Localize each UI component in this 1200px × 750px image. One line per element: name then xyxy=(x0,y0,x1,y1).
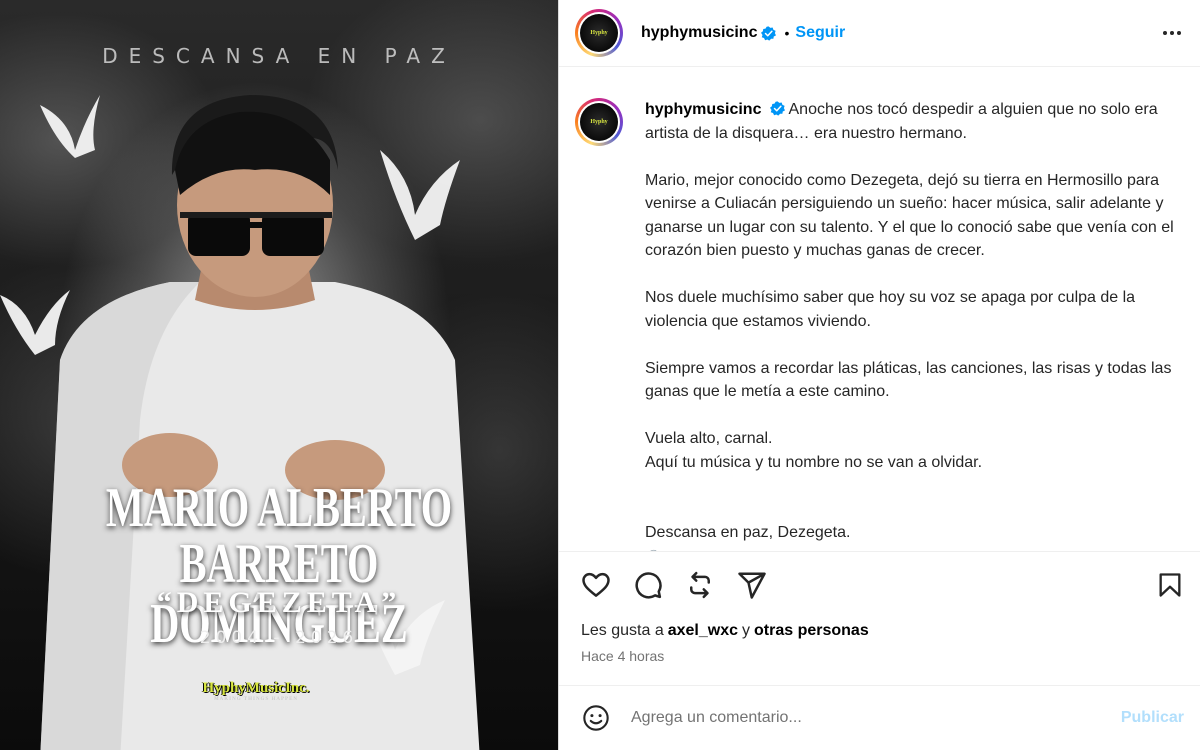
label-logo-tagline: MAKING THINGS HAPPEN xyxy=(213,697,299,702)
caption-username[interactable]: hyphymusicinc xyxy=(645,101,761,118)
caption-verified-badge-icon xyxy=(769,101,785,116)
post-image[interactable]: DESCANSA EN PAZ MARIO ALBERTO BARRETO DO… xyxy=(0,0,558,750)
caption-avatar[interactable]: Hyphy xyxy=(575,98,623,146)
post-header: Hyphy hyphymusicinc • Seguir xyxy=(559,0,1200,67)
caption-scroll-area[interactable]: Hyphy hyphymusicinc Anoche nos tocó desp… xyxy=(559,67,1200,552)
avatar-image: Hyphy xyxy=(580,14,618,52)
save-button[interactable] xyxy=(1144,565,1184,605)
caption-avatar-image: Hyphy xyxy=(580,103,618,141)
caption-text: hyphymusicinc Anoche nos tocó despedir a… xyxy=(645,98,1184,551)
memorial-name-line1: MARIO ALBERTO xyxy=(105,477,453,539)
publish-button[interactable]: Publicar xyxy=(1121,709,1184,727)
more-options-button[interactable] xyxy=(1160,21,1184,45)
post-dialog: DESCANSA EN PAZ MARIO ALBERTO BARRETO DO… xyxy=(0,0,1200,750)
heart-icon xyxy=(582,572,610,597)
caption-paragraph: Nos duele muchísimo saber que hoy su voz… xyxy=(645,289,1136,330)
bookmark-icon xyxy=(1159,573,1181,597)
comment-button[interactable] xyxy=(633,565,673,605)
memorial-alias: “DEGEZETA” xyxy=(156,586,402,619)
comment-icon xyxy=(635,572,662,599)
repost-icon xyxy=(690,571,710,599)
avatar[interactable]: Hyphy xyxy=(575,9,623,57)
emoji-smiley-icon xyxy=(583,705,609,731)
caption-paragraph: Siempre vamos a recordar las pláticas, l… xyxy=(645,359,1172,401)
memorial-years: 2004 - 2026 xyxy=(199,628,359,648)
header-username[interactable]: hyphymusicinc xyxy=(641,24,757,42)
post-timestamp[interactable]: Hace 4 horas xyxy=(559,644,1200,668)
liker-username[interactable]: axel_wxc xyxy=(668,622,738,640)
share-icon xyxy=(738,572,766,599)
likes-others[interactable]: otras personas xyxy=(754,622,869,640)
likes-summary[interactable]: Les gusta a axel_wxc y otras personas xyxy=(559,618,1200,644)
label-logo-text: HyphyMusicInc. xyxy=(202,680,310,696)
repost-button[interactable] xyxy=(685,565,725,605)
likes-prefix: Les gusta a xyxy=(581,622,664,639)
post-side-panel: Hyphy hyphymusicinc • Seguir Hyphy hyphy… xyxy=(558,0,1200,750)
like-button[interactable] xyxy=(581,565,621,605)
header-separator: • xyxy=(784,25,790,41)
action-bar xyxy=(559,552,1200,618)
caption-paragraph: Vuela alto, carnal. Aquí tu música y tu … xyxy=(645,430,983,471)
emoji-button[interactable] xyxy=(581,703,611,733)
share-button[interactable] xyxy=(737,565,777,605)
likes-connector: y xyxy=(742,622,751,639)
caption-paragraph: Mario, mejor conocido como Dezegeta, dej… xyxy=(645,171,1174,260)
comment-input[interactable] xyxy=(631,709,1121,727)
verified-badge-icon xyxy=(761,25,777,41)
caption-paragraph: Descansa en paz, Dezegeta. xyxy=(645,524,851,541)
follow-button[interactable]: Seguir xyxy=(795,24,845,42)
comment-bar: Publicar xyxy=(559,685,1200,750)
more-options-icon xyxy=(1163,31,1181,35)
label-logo: HyphyMusicInc. MAKING THINGS HAPPEN xyxy=(196,680,316,702)
